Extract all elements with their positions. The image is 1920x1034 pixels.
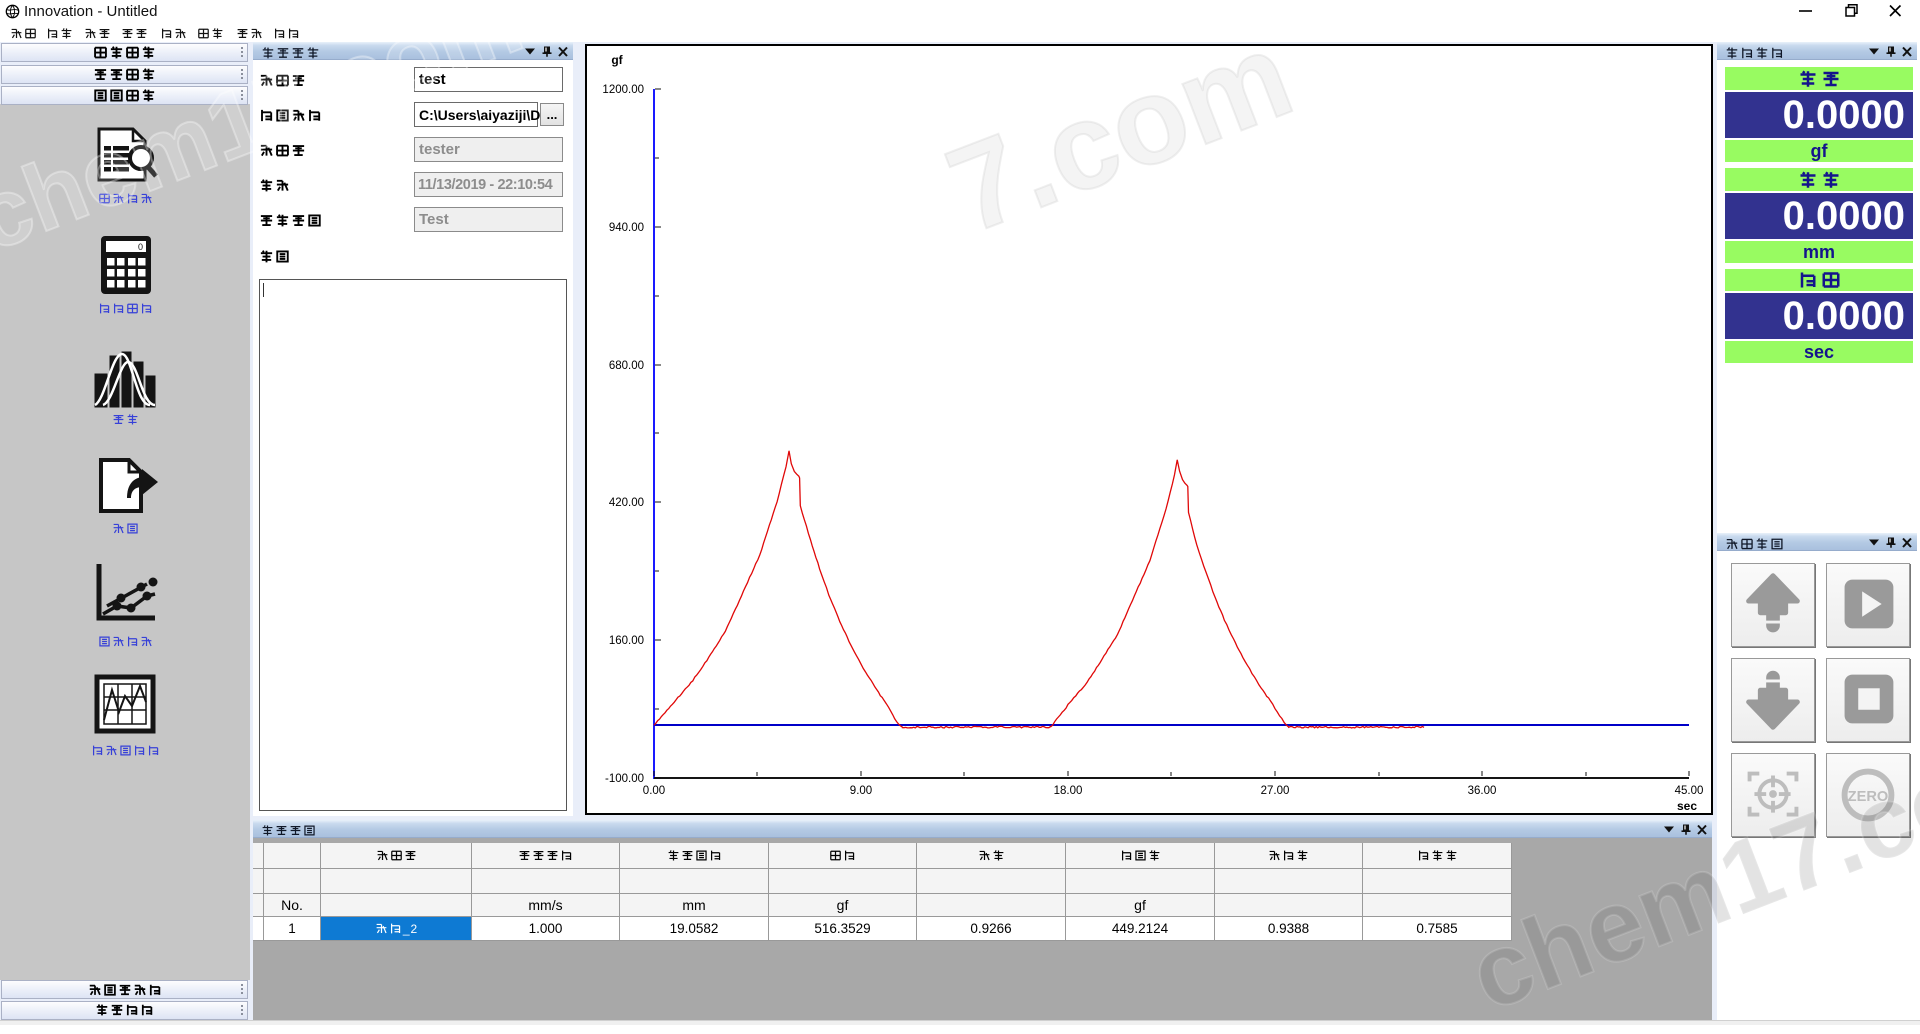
svg-text:18.00: 18.00 [1054, 785, 1083, 797]
svg-text:45.00: 45.00 [1675, 785, 1704, 797]
svg-text:940.00: 940.00 [609, 222, 644, 234]
svg-text:1200.00: 1200.00 [602, 84, 644, 96]
svg-text:36.00: 36.00 [1468, 785, 1497, 797]
svg-text:0.00: 0.00 [643, 785, 665, 797]
svg-text:0: 0 [138, 242, 143, 252]
svg-text:680.00: 680.00 [609, 360, 644, 372]
svg-text:sec: sec [1677, 799, 1697, 813]
svg-text:ZERO: ZERO [1848, 789, 1889, 805]
svg-text:160.00: 160.00 [609, 635, 644, 647]
svg-text:-100.00: -100.00 [605, 773, 644, 785]
svg-text:420.00: 420.00 [609, 497, 644, 509]
svg-text:gf: gf [611, 53, 623, 67]
svg-text:27.00: 27.00 [1261, 785, 1290, 797]
svg-text:9.00: 9.00 [850, 785, 872, 797]
